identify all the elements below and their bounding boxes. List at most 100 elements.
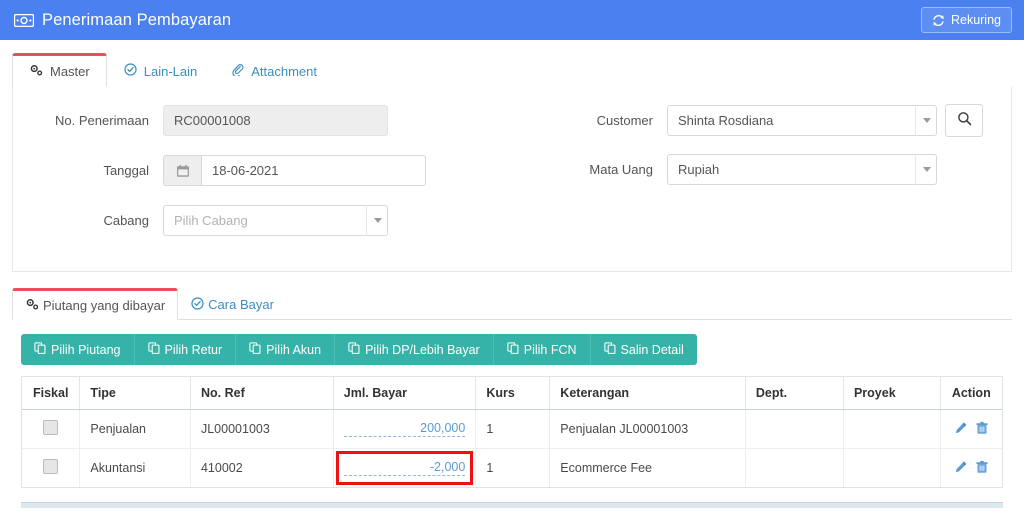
jml-bayar-value[interactable]: -2,000 — [343, 460, 466, 476]
field-customer: Customer Shinta Rosdiana — [553, 104, 983, 137]
table-row: Akuntansi 410002 -2,000 1 Ecommerce Fee — [22, 448, 1002, 488]
jml-bayar-value[interactable]: 200,000 — [343, 421, 466, 437]
row-action-cell — [940, 409, 1002, 449]
rekuring-button[interactable]: Rekuring — [920, 7, 1012, 33]
tab-attachment[interactable]: Attachment — [214, 53, 334, 88]
row-fiskal-cell — [22, 448, 81, 487]
row-keterangan-cell: Penjualan JL00001003 — [549, 409, 746, 449]
delete-icon[interactable] — [975, 421, 989, 435]
copy-icon — [249, 342, 261, 357]
mata-uang-select[interactable]: Rupiah — [667, 154, 937, 185]
detail-table-container: Fiskal Tipe No. Ref Jml. Bayar Kurs Kete… — [21, 376, 1003, 488]
field-tanggal: Tanggal 18-06-2021 — [21, 155, 426, 186]
tab-lain-lain[interactable]: Lain-Lain — [107, 53, 215, 88]
column-header-proyek: Proyek — [843, 377, 941, 410]
window-title-bar: Penerimaan Pembayaran Rekuring — [0, 0, 1024, 40]
customer-select[interactable]: Shinta Rosdiana — [667, 105, 937, 136]
cabang-label: Cabang — [103, 213, 149, 228]
pilih-piutang-label: Pilih Piutang — [51, 342, 121, 357]
pilih-akun-button[interactable]: Pilih Akun — [236, 334, 336, 365]
column-header-fiskal: Fiskal — [22, 377, 81, 410]
column-header-jml-bayar: Jml. Bayar — [333, 377, 477, 410]
row-fiskal-cell — [22, 409, 81, 449]
salin-detail-button[interactable]: Salin Detail — [590, 334, 697, 365]
row-kurs-cell: 1 — [475, 448, 551, 487]
mata-uang-label: Mata Uang — [589, 162, 653, 177]
tab-master[interactable]: Master — [12, 53, 107, 88]
row-action-cell — [940, 449, 1002, 488]
row-dept-cell — [745, 448, 844, 487]
row-proyek-cell — [843, 409, 941, 449]
pilih-akun-label: Pilih Akun — [266, 342, 322, 357]
pilih-retur-label: Pilih Retur — [164, 342, 223, 357]
tab-piutang-yang-dibayar[interactable]: Piutang yang dibayar — [12, 288, 179, 320]
row-kurs-cell: 1 — [475, 409, 551, 449]
fiskal-checkbox[interactable] — [43, 459, 59, 474]
field-cabang: Cabang Pilih Cabang — [21, 205, 388, 236]
paperclip-icon — [231, 63, 244, 79]
cabang-select[interactable]: Pilih Cabang — [163, 205, 388, 236]
row-no-ref-cell: 410002 — [190, 448, 334, 487]
no-penerimaan-input: RC00001008 — [163, 105, 388, 136]
gears-icon — [25, 297, 39, 314]
table-row: Penjualan JL00001003 200,000 1 Penjualan… — [22, 409, 1002, 449]
check-circle-icon — [124, 63, 137, 79]
page-title: Penerimaan Pembayaran — [42, 10, 232, 29]
pilih-fcn-label: Pilih FCN — [523, 342, 577, 357]
calendar-icon[interactable] — [163, 155, 201, 186]
row-jml-bayar-cell: 200,000 — [333, 409, 477, 449]
tab-cara-bayar-label: Cara Bayar — [208, 297, 274, 312]
edit-icon[interactable] — [954, 460, 968, 474]
delete-icon[interactable] — [975, 460, 989, 474]
copy-icon — [507, 342, 519, 357]
copy-icon — [348, 342, 360, 357]
tab-attachment-label: Attachment — [251, 63, 317, 79]
pilih-dp-lebih-bayar-label: Pilih DP/Lebih Bayar — [365, 342, 480, 357]
horizontal-scrollbar[interactable] — [21, 502, 1003, 508]
refresh-icon — [932, 14, 945, 27]
detail-table: Fiskal Tipe No. Ref Jml. Bayar Kurs Kete… — [22, 377, 1002, 487]
gears-icon — [29, 63, 43, 80]
search-icon — [957, 111, 972, 131]
app-root: Penerimaan Pembayaran Rekuring Master La… — [0, 0, 1024, 516]
field-no-penerimaan: No. Penerimaan RC00001008 — [21, 105, 388, 136]
pilih-retur-button[interactable]: Pilih Retur — [134, 334, 237, 365]
column-header-action: Action — [940, 377, 1002, 410]
salin-detail-label: Salin Detail — [620, 342, 684, 357]
column-header-kurs: Kurs — [475, 377, 551, 410]
table-header-row: Fiskal Tipe No. Ref Jml. Bayar Kurs Kete… — [22, 377, 1002, 410]
fiskal-checkbox[interactable] — [43, 420, 59, 435]
pilih-fcn-button[interactable]: Pilih FCN — [493, 334, 591, 365]
tab-piutang-label: Piutang yang dibayar — [43, 297, 166, 313]
copy-icon — [34, 342, 46, 357]
row-dept-cell — [745, 409, 844, 449]
pilih-dp-lebih-bayar-button[interactable]: Pilih DP/Lebih Bayar — [335, 334, 494, 365]
customer-search-button[interactable] — [945, 104, 983, 137]
no-penerimaan-label: No. Penerimaan — [55, 113, 149, 128]
money-bill-icon — [14, 13, 34, 27]
row-tipe-cell: Akuntansi — [79, 448, 191, 487]
top-tab-bar: Master Lain-Lain Attachment — [12, 52, 1012, 88]
detail-toolbar: Pilih Piutang Pilih Retur Pilih Akun Pil… — [21, 334, 697, 365]
column-header-keterangan: Keterangan — [549, 377, 746, 410]
row-tipe-cell: Penjualan — [79, 409, 191, 449]
tab-cara-bayar[interactable]: Cara Bayar — [178, 288, 287, 320]
row-proyek-cell — [843, 448, 941, 487]
master-panel: No. Penerimaan RC00001008 Tanggal 18-06-… — [12, 87, 1012, 272]
field-mata-uang: Mata Uang Rupiah — [553, 154, 937, 185]
customer-label: Customer — [596, 113, 653, 128]
tanggal-label: Tanggal — [103, 163, 149, 178]
tanggal-input[interactable]: 18-06-2021 — [201, 155, 426, 186]
copy-icon — [603, 342, 616, 357]
check-circle-icon — [191, 296, 204, 313]
rekuring-label: Rekuring — [950, 13, 1001, 27]
column-header-tipe: Tipe — [79, 377, 191, 410]
row-jml-bayar-cell-highlighted: -2,000 — [333, 448, 477, 487]
column-header-no-ref: No. Ref — [190, 377, 334, 410]
pilih-piutang-button[interactable]: Pilih Piutang — [21, 334, 135, 365]
row-no-ref-cell: JL00001003 — [190, 409, 334, 449]
tab-lain-lain-label: Lain-Lain — [143, 63, 198, 79]
edit-icon[interactable] — [954, 421, 968, 435]
row-keterangan-cell: Ecommerce Fee — [549, 448, 746, 487]
column-header-dept: Dept. — [745, 377, 844, 410]
